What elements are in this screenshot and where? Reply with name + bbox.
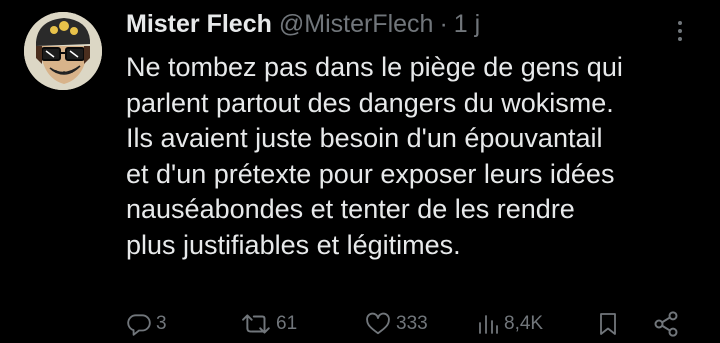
tweet-time[interactable]: 1 j [454, 10, 480, 39]
tweet-text-line: Ils avaient juste besoin d'un épouvantai… [126, 123, 603, 153]
tweet-actions: 3 61 333 8,4K [126, 308, 696, 340]
reply-icon [127, 314, 151, 336]
more-vertical-icon [678, 29, 682, 33]
retweet-icon [242, 314, 270, 334]
avatar[interactable] [24, 12, 102, 90]
reply-button[interactable]: 3 [126, 308, 167, 340]
tweet-text-line: nauséabondes et tenter de les rendre [126, 194, 575, 224]
share-button[interactable] [652, 308, 680, 340]
more-vertical-icon [678, 37, 682, 41]
bookmark-button[interactable] [596, 308, 620, 340]
separator-dot: · [439, 10, 448, 38]
bookmark-icon [600, 313, 616, 335]
author-handle[interactable]: @MisterFlech [279, 10, 434, 39]
share-icon [654, 311, 678, 337]
views-count: 8,4K [504, 313, 544, 334]
tweet-text-line: parlent partout des dangers du wokisme. [126, 87, 614, 118]
tweet-header: Mister Flech @MisterFlech · 1 j [126, 10, 480, 44]
more-vertical-icon [678, 21, 682, 25]
reply-count: 3 [156, 313, 167, 334]
tweet-text: Ne tombez pas dans le piège de gens qui … [126, 50, 706, 263]
views-button[interactable]: 8,4K [476, 308, 543, 340]
author-name[interactable]: Mister Flech [126, 10, 272, 39]
more-options-button[interactable] [664, 14, 696, 48]
retweet-button[interactable]: 61 [242, 308, 297, 340]
views-chart-icon [479, 315, 498, 334]
tweet-text-line: Ne tombez pas dans le piège de gens qui [126, 52, 623, 82]
retweet-count: 61 [276, 313, 298, 334]
tweet-card[interactable]: Mister Flech @MisterFlech · 1 j Ne tombe… [0, 0, 720, 343]
like-button[interactable]: 333 [364, 308, 428, 340]
heart-icon [366, 312, 390, 335]
like-count: 333 [396, 313, 428, 334]
tweet-text-line: plus justifiables et légitimes. [126, 229, 461, 260]
tweet-text-line: et d'un prétexte pour exposer leurs idée… [126, 158, 615, 189]
